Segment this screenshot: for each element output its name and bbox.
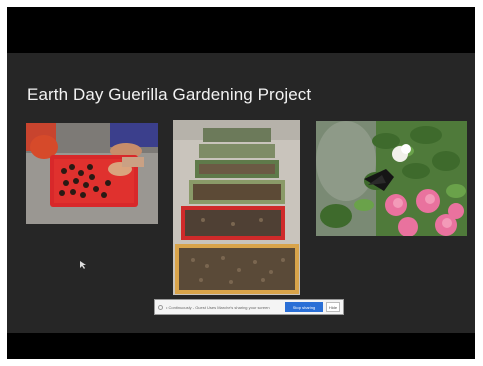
butterfly-flowers-photo xyxy=(316,121,467,236)
share-message: • Continuously - Guest Uses Marche's sha… xyxy=(166,304,270,310)
letterbox-bottom xyxy=(7,333,475,359)
video-screen: Earth Day Guerilla Gardening Project • C… xyxy=(7,7,475,359)
seed-trays-photo xyxy=(173,120,300,295)
screen-share-bar: • Continuously - Guest Uses Marche's sha… xyxy=(154,299,344,315)
seed-balls-tray-photo xyxy=(26,123,158,224)
share-status-icon xyxy=(158,304,163,310)
hide-button[interactable]: Hide xyxy=(326,302,340,312)
slide-title: Earth Day Guerilla Gardening Project xyxy=(27,85,312,104)
letterbox-top xyxy=(7,7,475,53)
presentation-slide: Earth Day Guerilla Gardening Project • C… xyxy=(7,53,475,333)
stop-sharing-button[interactable]: Stop sharing xyxy=(285,302,323,312)
mouse-cursor-icon xyxy=(80,261,86,269)
